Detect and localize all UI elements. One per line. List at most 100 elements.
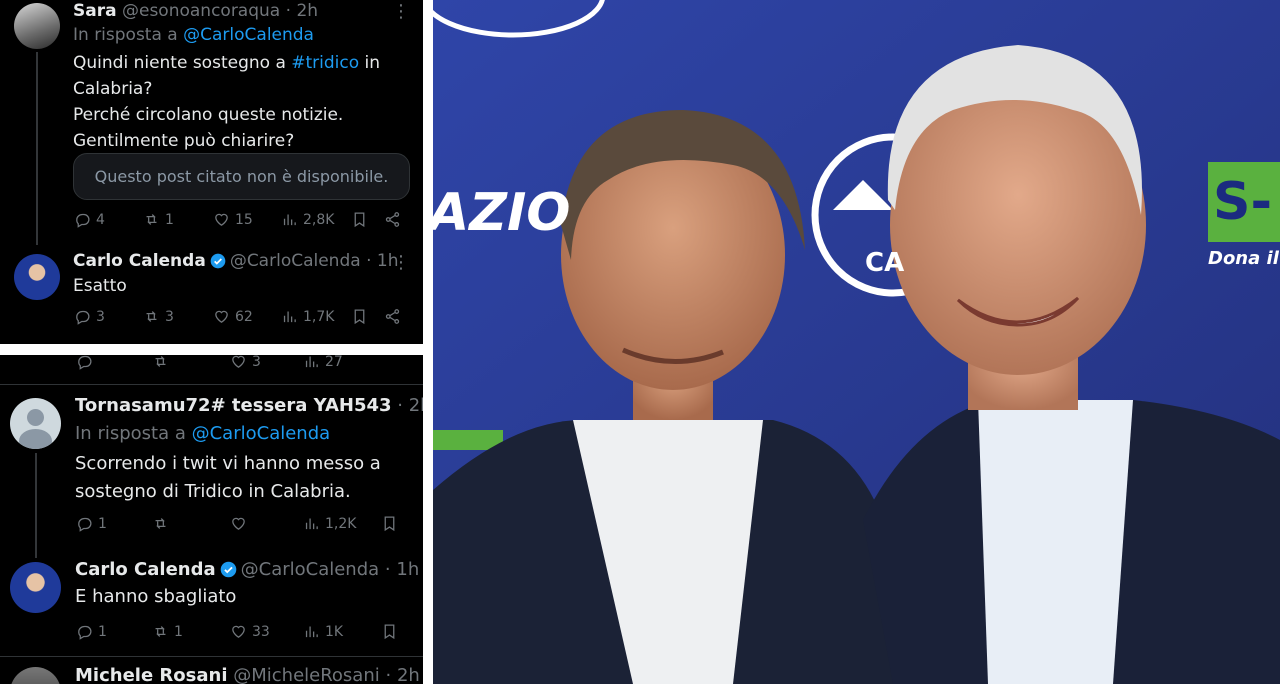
views-icon [303, 515, 320, 532]
views-icon [281, 308, 298, 325]
mention-link[interactable]: @CarloCalenda [192, 423, 331, 444]
repost-icon [152, 355, 169, 370]
post-text: E hanno sbagliato [75, 586, 237, 607]
verified-badge-icon [210, 253, 226, 269]
backdrop-text-left: AZIO [433, 183, 571, 243]
views-count[interactable]: 1,7K [281, 308, 334, 325]
reply-icon [74, 308, 91, 325]
divider [0, 384, 423, 385]
like-button[interactable] [230, 515, 247, 532]
bookmark-icon [351, 308, 368, 325]
author-handle[interactable]: @CarloCalenda [230, 251, 361, 271]
thread-line [36, 52, 38, 245]
quoted-post-unavailable[interactable]: Questo post citato non è disponibile. [73, 153, 410, 200]
repost-button[interactable] [152, 355, 169, 370]
bookmark-button[interactable] [351, 308, 368, 325]
post-time[interactable]: 2h [397, 665, 420, 684]
author-name[interactable]: Tornasamu72# tessera YAH543 [75, 395, 392, 416]
views-icon [281, 211, 298, 228]
bookmark-icon [351, 211, 368, 228]
views-count[interactable]: 1K [303, 623, 343, 640]
repost-button[interactable] [152, 515, 169, 532]
backdrop-text-center: CA [865, 248, 905, 278]
author-name[interactable]: Carlo Calenda [75, 559, 216, 580]
avatar[interactable] [14, 254, 60, 300]
reply-icon [76, 515, 93, 532]
like-button[interactable]: 3 [230, 355, 261, 370]
like-icon [230, 623, 247, 640]
bookmark-icon [381, 515, 398, 532]
post-text: Scorrendo i twit vi hanno messo a sosteg… [75, 453, 381, 502]
photo-illustration [433, 0, 1280, 684]
author-handle[interactable]: @CarloCalenda [241, 559, 380, 580]
avatar[interactable] [10, 398, 61, 449]
post-text: Esatto [73, 276, 127, 296]
news-photo: AZIO CA S- Dona il t [433, 0, 1280, 684]
reply-button[interactable]: 1 [76, 515, 107, 532]
bookmark-button[interactable] [381, 623, 398, 640]
avatar[interactable] [14, 3, 60, 49]
views-icon [303, 623, 320, 640]
share-button[interactable] [384, 211, 401, 228]
bookmark-button[interactable] [381, 515, 398, 532]
like-icon [230, 355, 247, 370]
repost-icon [152, 623, 169, 640]
author-name[interactable]: Michele Rosani [75, 665, 228, 684]
repost-icon [152, 515, 169, 532]
views-icon [303, 355, 320, 370]
mention-link[interactable]: @CarloCalenda [183, 25, 314, 45]
views-count[interactable]: 1,2K [303, 515, 356, 532]
share-icon [384, 308, 401, 325]
like-button[interactable]: 15 [213, 211, 253, 228]
hashtag-link[interactable]: #tridico [291, 53, 359, 73]
post-time[interactable]: 2h [296, 1, 318, 21]
more-icon[interactable]: ⋮ [392, 254, 410, 272]
like-icon [230, 515, 247, 532]
share-button[interactable] [384, 308, 401, 325]
avatar[interactable] [10, 667, 61, 684]
post-header: Carlo Calenda @CarloCalenda · 1h [73, 251, 399, 271]
post-header: Michele Rosani @MicheleRosani · 2h [75, 665, 420, 684]
repost-button[interactable]: 1 [143, 211, 174, 228]
reply-icon [74, 211, 91, 228]
author-name[interactable]: Sara [73, 1, 117, 21]
bookmark-icon [381, 623, 398, 640]
reply-icon [76, 355, 93, 370]
repost-button[interactable]: 1 [152, 623, 183, 640]
avatar[interactable] [10, 562, 61, 613]
divider [0, 656, 423, 657]
tweet-thread-top: Sara @esonoancoraqua · 2h ⋮ In risposta … [0, 0, 423, 344]
reply-button[interactable]: 4 [74, 211, 105, 228]
repost-icon [143, 308, 160, 325]
thread-line [35, 453, 37, 558]
reply-context: In risposta a @CarloCalenda [75, 423, 331, 444]
reply-button[interactable]: 3 [74, 308, 105, 325]
post-time[interactable]: 2h [409, 395, 423, 416]
post-header: Tornasamu72# tessera YAH543 · 2h [75, 395, 423, 416]
like-icon [213, 211, 230, 228]
like-button[interactable]: 33 [230, 623, 270, 640]
backdrop-text-box: S- [1213, 172, 1273, 232]
repost-icon [143, 211, 160, 228]
post-text: Quindi niente sostegno a #tridico in Cal… [73, 53, 381, 151]
author-handle[interactable]: @MicheleRosani [233, 665, 380, 684]
tweet-thread-bottom: 3 27 Tornasamu72# tessera YAH543 · 2h In… [0, 355, 423, 684]
bookmark-button[interactable] [351, 211, 368, 228]
backdrop-text-sub: Dona il t [1208, 248, 1280, 269]
post-header: Carlo Calenda @CarloCalenda · 1h [75, 559, 420, 580]
views-count[interactable]: 27 [303, 355, 343, 370]
share-icon [384, 211, 401, 228]
post-header: Sara @esonoancoraqua · 2h [73, 1, 319, 21]
reply-button[interactable]: 1 [76, 623, 107, 640]
repost-button[interactable]: 3 [143, 308, 174, 325]
author-handle[interactable]: @esonoancoraqua [122, 1, 280, 21]
author-name[interactable]: Carlo Calenda [73, 251, 206, 271]
reply-button[interactable] [76, 355, 93, 370]
views-count[interactable]: 2,8K [281, 211, 334, 228]
more-icon[interactable]: ⋮ [392, 3, 410, 21]
like-icon [213, 308, 230, 325]
post-time[interactable]: 1h [396, 559, 419, 580]
like-button[interactable]: 62 [213, 308, 253, 325]
reply-icon [76, 623, 93, 640]
reply-context: In risposta a @CarloCalenda [73, 25, 314, 45]
